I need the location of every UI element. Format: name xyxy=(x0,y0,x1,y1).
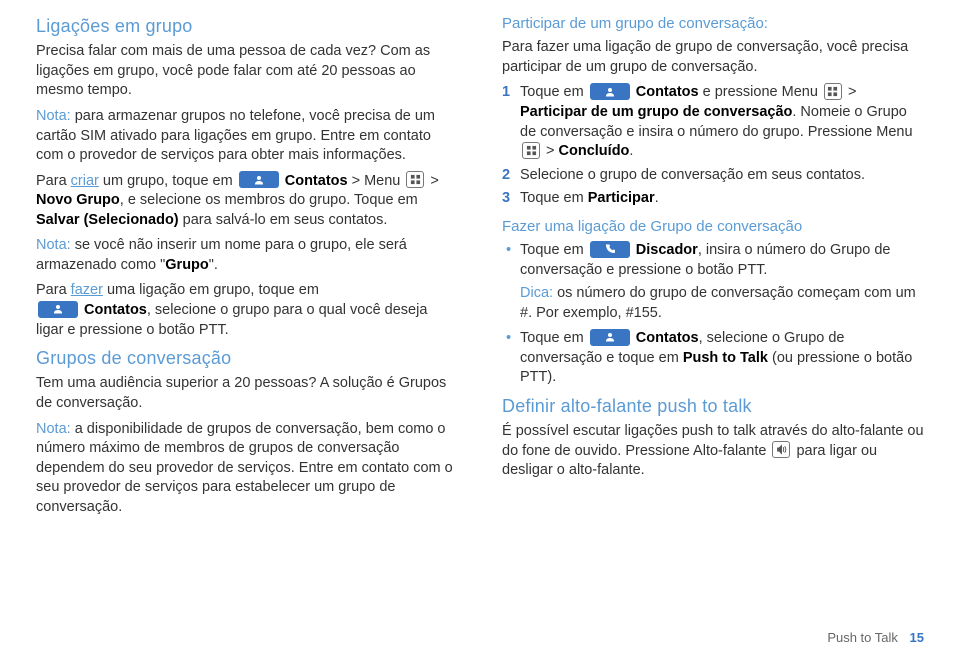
footer-label: Push to Talk xyxy=(827,630,898,645)
menu-icon xyxy=(406,171,424,188)
page-number: 15 xyxy=(910,630,924,645)
bullet-contatos: • Toque em Contatos, selecione o Grupo d… xyxy=(502,329,924,388)
dica-label: Dica: xyxy=(520,285,553,301)
para-audiencia: Tem uma audiência superior a 20 pessoas?… xyxy=(36,374,458,413)
step-2: 2 Selecione o grupo de conversação em se… xyxy=(502,166,924,186)
contacts-icon xyxy=(590,83,630,100)
para-nota-grupo-nome: Nota: se você não inserir um nome para o… xyxy=(36,236,458,275)
step-number: 1 xyxy=(502,83,520,161)
para-nota-disponibilidade: Nota: a disponibilidade de grupos de con… xyxy=(36,420,458,518)
para-criar-grupo: Para criar um grupo, toque em Contatos >… xyxy=(36,172,458,231)
step-3: 3 Toque em Participar. xyxy=(502,189,924,209)
contacts-icon xyxy=(590,329,630,346)
right-column: Participar de um grupo de conversação: P… xyxy=(502,8,924,523)
bullet-discador: • Toque em Discador, insira o número do … xyxy=(502,241,924,280)
contacts-icon xyxy=(38,301,78,318)
step-1: 1 Toque em Contatos e pressione Menu > P… xyxy=(502,83,924,161)
contatos-label: Contatos xyxy=(285,173,348,189)
contacts-icon xyxy=(239,171,279,188)
page-footer: Push to Talk 15 xyxy=(827,629,924,647)
heading-grupos-conversacao: Grupos de conversação xyxy=(36,346,458,370)
heading-ligacoes-grupo: Ligações em grupo xyxy=(36,14,458,38)
left-column: Ligações em grupo Precisa falar com mais… xyxy=(36,8,458,523)
criar-link: criar xyxy=(71,173,99,189)
heading-fazer-ligacao-grupo: Fazer uma ligação de Grupo de conversaçã… xyxy=(502,217,924,237)
speaker-icon xyxy=(772,441,790,458)
heading-definir-alto-falante: Definir alto-falante push to talk xyxy=(502,394,924,418)
bullet-marker: • xyxy=(502,329,520,388)
menu-icon xyxy=(824,83,842,100)
nota-label: Nota: xyxy=(36,108,71,124)
menu-icon xyxy=(522,142,540,159)
dica-numero: Dica: os número do grupo de conversação … xyxy=(502,284,924,323)
page-columns: Ligações em grupo Precisa falar com mais… xyxy=(36,8,924,523)
para-fazer-ligacao: Para fazer uma ligação em grupo, toque e… xyxy=(36,281,458,340)
step-number: 3 xyxy=(502,189,520,209)
fazer-link: fazer xyxy=(71,282,103,298)
step-number: 2 xyxy=(502,166,520,186)
heading-participar: Participar de um grupo de conversação: xyxy=(502,14,924,34)
para-participar-intro: Para fazer uma ligação de grupo de conve… xyxy=(502,38,924,77)
para-precisa-falar: Precisa falar com mais de uma pessoa de … xyxy=(36,42,458,101)
nota-label: Nota: xyxy=(36,237,71,253)
bullet-marker: • xyxy=(502,241,520,280)
para-definir: É possível escutar ligações push to talk… xyxy=(502,422,924,481)
dialer-icon xyxy=(590,241,630,258)
nota-label: Nota: xyxy=(36,421,71,437)
para-nota-sim: Nota: para armazenar grupos no telefone,… xyxy=(36,107,458,166)
